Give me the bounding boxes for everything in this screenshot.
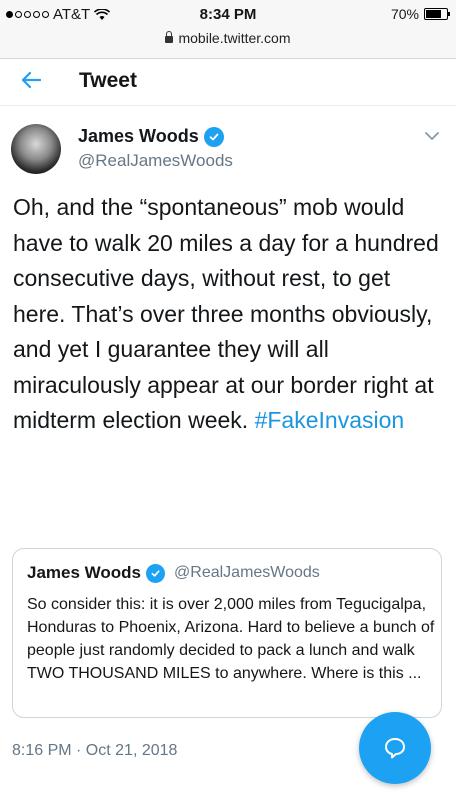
status-time: 8:34 PM: [199, 6, 257, 23]
verified-icon: [203, 126, 224, 147]
quoted-author-row: James Woods @RealJamesWoods: [27, 563, 320, 583]
status-battery-group: 70%: [390, 6, 450, 22]
quoted-tweet[interactable]: James Woods @RealJamesWoods So consider …: [12, 548, 442, 718]
quoted-tweet-text: So consider this: it is over 2,000 miles…: [27, 596, 435, 682]
back-arrow-icon[interactable]: [20, 69, 42, 91]
author-row: James Woods: [78, 126, 224, 147]
url-text: mobile.twitter.com: [178, 30, 291, 46]
lock-icon: [165, 31, 174, 43]
reply-button[interactable]: [359, 712, 431, 784]
verified-icon: [146, 563, 166, 583]
tweet-text: Oh, and the “spontaneous” mob would have…: [13, 190, 445, 439]
page-title: Tweet: [79, 69, 137, 92]
chevron-down-icon[interactable]: [423, 127, 441, 145]
page-header: Tweet: [0, 59, 456, 106]
battery-icon: [424, 8, 450, 20]
address-bar[interactable]: mobile.twitter.com: [0, 30, 456, 46]
avatar[interactable]: [11, 124, 61, 174]
author-name[interactable]: James Woods: [78, 126, 199, 147]
tweet-timestamp[interactable]: 8:16 PM · Oct 21, 2018: [12, 742, 177, 760]
hashtag-link[interactable]: #FakeInvasion: [255, 407, 405, 433]
quoted-author-handle: @RealJamesWoods: [174, 564, 320, 581]
reply-icon: [385, 738, 405, 759]
quoted-author-name: James Woods: [27, 563, 142, 582]
battery-percent: 70%: [390, 6, 419, 22]
tweet-body: Oh, and the “spontaneous” mob would have…: [13, 194, 439, 433]
author-handle[interactable]: @RealJamesWoods: [78, 151, 233, 171]
status-bar: AT&T 8:34 PM 70% mobile.twitter.com: [0, 0, 456, 59]
